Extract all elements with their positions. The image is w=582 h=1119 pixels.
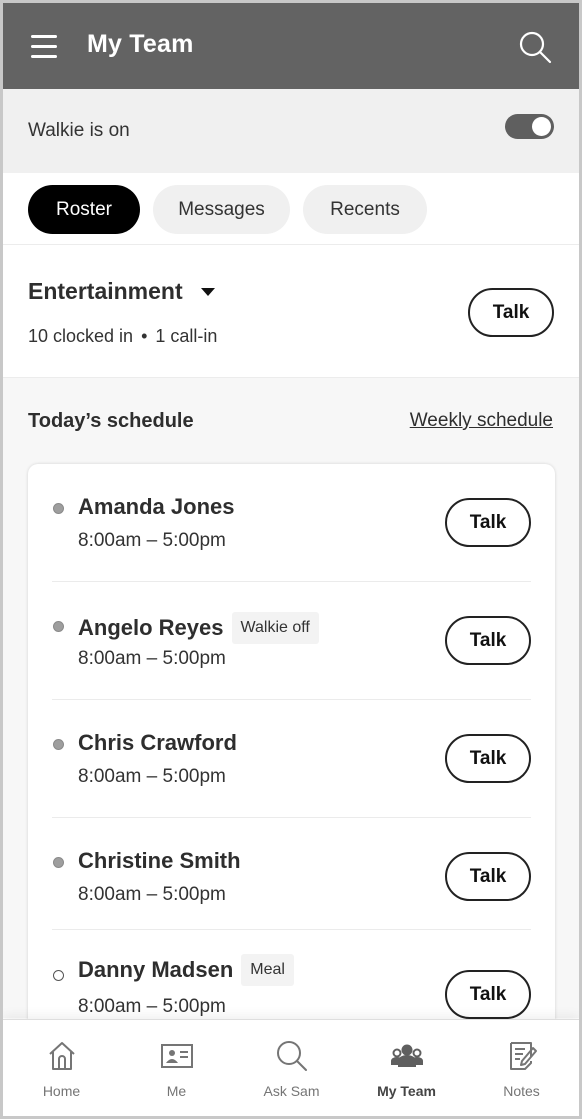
call-in-count: 1 call-in: [155, 326, 218, 346]
team-icon: [390, 1044, 423, 1067]
clocked-in-count: 10 clocked in: [28, 326, 134, 346]
employee-name: Chris Crawford: [78, 730, 237, 755]
employee-row[interactable]: Christine Smith 8:00am – 5:00pm Talk: [28, 818, 555, 930]
weekly-schedule-link[interactable]: Weekly schedule: [410, 410, 553, 432]
nav-notes[interactable]: Notes: [464, 1020, 579, 1116]
shift-time: 8:00am – 5:00pm: [78, 884, 226, 905]
employee-name: Amanda Jones: [78, 494, 235, 519]
id-card-icon: [160, 1044, 193, 1068]
shift-time: 8:00am – 5:00pm: [78, 648, 226, 669]
status-dot-icon: [53, 739, 64, 750]
page-title: My Team: [87, 30, 194, 58]
bottom-navigation: Home Me Ask Sam My Team Notes: [3, 1019, 579, 1116]
tab-roster[interactable]: Roster: [28, 185, 140, 234]
nav-label: My Team: [377, 1083, 436, 1099]
notes-icon: [509, 1042, 537, 1070]
status-dot-icon: [53, 621, 64, 632]
app-bar: My Team: [3, 3, 579, 89]
team-name: Entertainment: [28, 278, 183, 304]
employee-name-wrap: Danny Madsen Meal: [78, 954, 294, 986]
team-selector[interactable]: Entertainment: [28, 278, 215, 305]
employee-row[interactable]: Chris Crawford 8:00am – 5:00pm Talk: [28, 700, 555, 818]
search-icon: [276, 1041, 307, 1071]
walkie-toggle[interactable]: [505, 114, 554, 139]
home-icon: [48, 1042, 75, 1070]
tab-recents[interactable]: Recents: [303, 185, 427, 234]
bullet-separator: •: [141, 326, 148, 346]
team-stats: 10 clocked in • 1 call-in: [28, 326, 217, 347]
schedule-title: Today’s schedule: [28, 410, 194, 432]
app-screen: My Team Walkie is on Roster Messages Rec…: [0, 0, 582, 1119]
talk-button[interactable]: Talk: [445, 970, 531, 1019]
search-icon[interactable]: [517, 29, 553, 65]
schedule-section: Today’s schedule Weekly schedule Amanda …: [3, 378, 579, 1084]
talk-button[interactable]: Talk: [445, 616, 531, 665]
employee-row[interactable]: Amanda Jones 8:00am – 5:00pm Talk: [28, 464, 555, 582]
nav-label: Me: [166, 1083, 187, 1099]
employee-row[interactable]: Angelo Reyes Walkie off 8:00am – 5:00pm …: [28, 582, 555, 700]
nav-label: Home: [42, 1083, 81, 1099]
team-summary: Entertainment 10 clocked in • 1 call-in Ta…: [3, 245, 579, 378]
nav-my-team[interactable]: My Team: [349, 1020, 464, 1116]
nav-home[interactable]: Home: [4, 1020, 119, 1116]
team-talk-button[interactable]: Talk: [468, 288, 554, 337]
nav-label: Ask Sam: [263, 1083, 320, 1099]
walkie-status-label: Walkie is on: [28, 120, 130, 141]
tab-bar: Roster Messages Recents: [3, 173, 579, 245]
talk-button[interactable]: Talk: [445, 734, 531, 783]
nav-label: Notes: [503, 1083, 540, 1099]
talk-button[interactable]: Talk: [445, 498, 531, 547]
shift-time: 8:00am – 5:00pm: [78, 530, 226, 551]
status-dot-icon: [53, 503, 64, 514]
employee-name: Danny Madsen: [78, 957, 234, 982]
employee-name-wrap: Chris Crawford: [78, 730, 237, 756]
walkie-status-bar: Walkie is on: [3, 89, 579, 173]
employee-name-wrap: Angelo Reyes Walkie off: [78, 612, 319, 644]
talk-button[interactable]: Talk: [445, 852, 531, 901]
status-dot-icon: [53, 970, 64, 981]
caret-down-icon: [200, 287, 215, 296]
employee-name: Angelo Reyes: [78, 615, 224, 640]
toggle-knob: [532, 117, 551, 136]
employee-name-wrap: Amanda Jones: [78, 494, 235, 520]
status-badge: Walkie off: [231, 612, 319, 644]
shift-time: 8:00am – 5:00pm: [78, 766, 226, 787]
hamburger-menu-icon[interactable]: [31, 33, 59, 61]
status-badge: Meal: [241, 954, 294, 986]
nav-me[interactable]: Me: [119, 1020, 234, 1116]
employee-name: Christine Smith: [78, 848, 241, 873]
schedule-card: Amanda Jones 8:00am – 5:00pm Talk Angelo…: [28, 464, 555, 1084]
shift-time: 8:00am – 5:00pm: [78, 996, 226, 1017]
tab-messages[interactable]: Messages: [153, 185, 290, 234]
employee-name-wrap: Christine Smith: [78, 848, 241, 874]
status-dot-icon: [53, 857, 64, 868]
nav-ask-sam[interactable]: Ask Sam: [234, 1020, 349, 1116]
